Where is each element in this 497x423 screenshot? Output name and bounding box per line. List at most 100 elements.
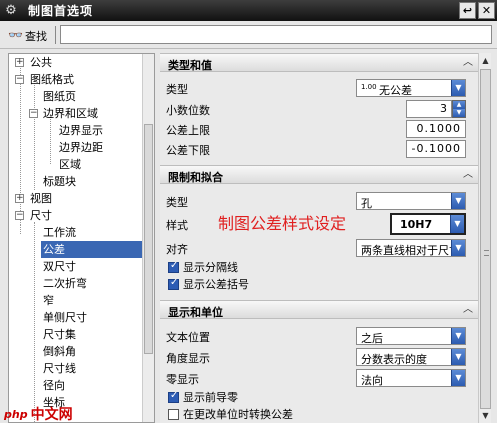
zero-display-label: 零显示	[166, 373, 199, 386]
select-value: 无公差	[379, 84, 412, 97]
collapse-icon[interactable]: −	[15, 75, 24, 84]
tree-item-tolerance[interactable]: 公差	[41, 241, 143, 258]
tree-item-label: 边界显示	[59, 124, 103, 137]
tree-item-dimension-line[interactable]: 尺寸线	[43, 360, 76, 377]
scrollbar-thumb[interactable]	[480, 69, 491, 409]
fit-type-label: 类型	[166, 196, 188, 209]
tree-item-sheet-page[interactable]: 图纸页	[43, 88, 76, 105]
tolerance-type-select[interactable]: 1.00 无公差 ▼	[356, 79, 466, 97]
expand-icon[interactable]: +	[15, 194, 24, 203]
tree-item-dimension[interactable]: − 尺寸	[9, 207, 143, 224]
fit-style-select[interactable]: 10H7 ▼	[390, 213, 466, 235]
collapse-icon[interactable]: −	[29, 109, 38, 118]
tree-item-label: 公差	[43, 243, 65, 256]
section-type-value-header[interactable]: 类型和值 ︿	[160, 53, 478, 72]
angle-display-label: 角度显示	[166, 352, 210, 365]
chevron-up-icon[interactable]: ︿	[461, 303, 475, 317]
tree-item-radial[interactable]: 径向	[43, 377, 65, 394]
lower-limit-input[interactable]: -0.1000	[406, 140, 466, 158]
chevron-up-icon[interactable]: ︿	[461, 56, 475, 70]
lower-limit-label: 公差下限	[166, 144, 210, 157]
section-limits-fits-header[interactable]: 限制和拟合 ︿	[160, 165, 478, 184]
tree-item-border-margin[interactable]: 边界边距	[59, 139, 103, 156]
window-title: 制图首选项	[28, 4, 94, 18]
scroll-up-icon[interactable]: ▲	[480, 55, 491, 66]
checkbox-label: 显示分隔线	[183, 261, 238, 274]
tree-item-secondary-bend[interactable]: 二次折弯	[43, 275, 87, 292]
fit-type-select[interactable]: 孔 ▼	[356, 192, 466, 210]
tree-item-label: 区域	[59, 158, 81, 171]
tree-item-workflow[interactable]: 工作流	[43, 224, 76, 241]
tree-item-common[interactable]: + 公共	[9, 54, 143, 71]
tree-item-dimension-set[interactable]: 尺寸集	[43, 326, 76, 343]
chevron-down-icon[interactable]: ▼	[451, 240, 465, 256]
scrollbar-thumb[interactable]	[144, 124, 153, 354]
checkbox-label: 显示公差括号	[183, 278, 249, 291]
chevron-down-icon[interactable]: ▼	[451, 370, 465, 386]
tree-item-single-sided[interactable]: 单侧尺寸	[43, 309, 87, 326]
tree-item-title-block[interactable]: 标题块	[43, 173, 76, 190]
preferences-tree: + 公共 − 图纸格式 图纸页 − 边界和区域 边界显示 边界边距 区域 标题块…	[8, 53, 155, 423]
grip-icon	[484, 250, 489, 256]
decimals-input[interactable]: 3	[406, 100, 452, 118]
tree-item-label: 边界和区域	[43, 107, 98, 120]
upper-limit-input[interactable]: 0.1000	[406, 120, 466, 138]
tree-item-narrow[interactable]: 窄	[43, 292, 54, 309]
spin-up-icon[interactable]: ▲	[453, 101, 465, 109]
tree-item-label: 双尺寸	[43, 260, 76, 273]
show-brackets-checkbox[interactable]: 显示公差括号	[168, 277, 249, 291]
section-title: 类型和值	[168, 59, 212, 72]
close-button[interactable]: ✕	[478, 2, 495, 19]
text-position-label: 文本位置	[166, 331, 210, 344]
checkbox-checked-icon[interactable]	[168, 390, 179, 403]
tree-item-zone[interactable]: 区域	[59, 156, 81, 173]
select-value: 法向	[361, 374, 383, 387]
decimals-spinner[interactable]: ▲ ▼	[452, 100, 466, 118]
select-value: 10H7	[400, 218, 433, 231]
text-position-select[interactable]: 之后 ▼	[356, 327, 466, 345]
tree-guide	[20, 224, 21, 234]
tree-item-border-zone[interactable]: − 边界和区域	[9, 105, 143, 122]
tree-item-label: 视图	[30, 192, 52, 205]
chevron-down-icon[interactable]: ▼	[451, 80, 465, 96]
gear-icon[interactable]: ⚙	[2, 2, 20, 20]
chevron-down-icon[interactable]: ▼	[451, 328, 465, 344]
spin-down-icon[interactable]: ▼	[453, 109, 465, 117]
checkbox-unchecked-icon[interactable]	[168, 408, 179, 420]
restore-button[interactable]: ↩	[459, 2, 476, 19]
tree-item-label: 径向	[43, 379, 65, 392]
select-value: 孔	[361, 197, 372, 210]
tree-item-border-display[interactable]: 边界显示	[59, 122, 103, 139]
search-input[interactable]	[60, 25, 492, 44]
divider	[55, 26, 56, 44]
checkbox-label: 在更改单位时转换公差	[183, 408, 293, 421]
tree-scrollbar[interactable]	[142, 54, 154, 422]
tree-guide	[34, 80, 35, 190]
chevron-down-icon[interactable]: ▼	[451, 349, 465, 365]
tree-item-label: 边界边距	[59, 141, 103, 154]
checkbox-checked-icon[interactable]	[168, 277, 179, 290]
tree-item-chamfer[interactable]: 倒斜角	[43, 343, 76, 360]
scroll-down-icon[interactable]: ▼	[480, 410, 491, 421]
angle-display-select[interactable]: 分数表示的度 ▼	[356, 348, 466, 366]
section-title: 显示和单位	[168, 306, 223, 319]
tree-item-view[interactable]: + 视图	[9, 190, 143, 207]
annotation-text: 制图公差样式设定	[218, 214, 347, 233]
zero-display-select[interactable]: 法向 ▼	[356, 369, 466, 387]
section-display-units-header[interactable]: 显示和单位 ︿	[160, 300, 478, 319]
align-select[interactable]: 两条直线相对于尺寸 ▼	[356, 239, 466, 257]
leading-zero-checkbox[interactable]: 显示前导零	[168, 390, 238, 404]
chevron-down-icon[interactable]: ▼	[450, 215, 464, 233]
expand-icon[interactable]: +	[15, 58, 24, 67]
tree-item-sheet-format[interactable]: − 图纸格式	[9, 71, 143, 88]
panel-scrollbar[interactable]: ▲ ▼	[478, 53, 491, 423]
chevron-up-icon[interactable]: ︿	[461, 168, 475, 182]
collapse-icon[interactable]: −	[15, 211, 24, 220]
tree-item-label: 单侧尺寸	[43, 311, 87, 324]
show-separator-checkbox[interactable]: 显示分隔线	[168, 260, 238, 274]
tree-item-label: 图纸页	[43, 90, 76, 103]
checkbox-checked-icon[interactable]	[168, 260, 179, 273]
tree-item-dual-dimension[interactable]: 双尺寸	[43, 258, 76, 275]
convert-tolerance-checkbox[interactable]: 在更改单位时转换公差	[168, 407, 293, 421]
chevron-down-icon[interactable]: ▼	[451, 193, 465, 209]
